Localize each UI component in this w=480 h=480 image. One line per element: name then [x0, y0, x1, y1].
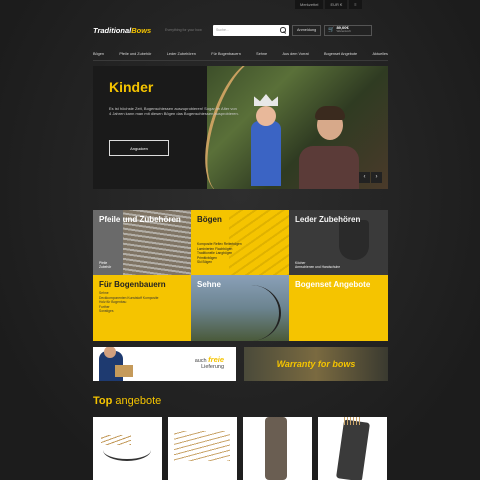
slider-arrows: ‹ › [359, 172, 382, 183]
product-card[interactable] [318, 417, 387, 480]
search-input[interactable]: Suche... [213, 24, 289, 36]
category-tile-leder[interactable]: Leder Zubehören Köcher Armschienen und H… [289, 210, 388, 275]
nav-item-bogenbauern[interactable]: Für Bogenbauern [211, 52, 241, 56]
nav-item-pfeile[interactable]: Pfeile und Zubehör [119, 52, 151, 56]
category-tile-boegen[interactable]: Bögen Komposite Reflex Reiterbögen Lamin… [191, 210, 289, 275]
nav-item-aktuelles[interactable]: Aktuelles [373, 52, 388, 56]
tile-title: Sehne [197, 280, 222, 289]
search-placeholder: Suche... [216, 28, 229, 32]
tile-title: Pfeile und Zubehören [99, 215, 181, 224]
search-icon[interactable] [280, 27, 286, 33]
product-row [93, 417, 388, 480]
menu-icon[interactable]: ≡ [349, 0, 362, 9]
main-nav: Bögen Pfeile und Zubehör Leder Zubehören… [93, 47, 388, 61]
product-card[interactable] [93, 417, 162, 480]
category-tile-bogenset[interactable]: Bogenset Angebote [289, 275, 388, 341]
category-tile-sehne[interactable]: Sehne [191, 275, 289, 341]
warranty-text: Warranty for bows [276, 359, 356, 369]
delivery-line2: Lieferung [201, 364, 224, 370]
logo-accent: Bows [131, 25, 152, 35]
wishlist-link[interactable]: Merkzettel [295, 0, 324, 9]
tile-title: Leder Zubehören [295, 215, 361, 224]
warranty-banner[interactable]: Warranty for bows [244, 347, 388, 381]
logo-main: Traditional [93, 25, 132, 35]
category-grid: Pfeile und Zubehören Pfeile Zubehör Böge… [93, 210, 388, 341]
category-tile-pfeile[interactable]: Pfeile und Zubehören Pfeile Zubehör [93, 210, 191, 275]
login-button[interactable]: Anmeldung [292, 24, 322, 36]
tagline: Everything for your bow [165, 28, 202, 32]
product-image [93, 417, 162, 480]
nav-item-boegen[interactable]: Bögen [93, 52, 104, 56]
hero-cta-button[interactable]: Angucken [109, 140, 169, 156]
logo[interactable]: TraditionalBows [93, 26, 173, 35]
next-arrow-icon[interactable]: › [371, 172, 382, 183]
product-card[interactable] [168, 417, 237, 480]
hero-text: Es ist höchste Zeit, Bogenschiessen ausz… [109, 106, 239, 116]
tile-link[interactable]: Ski Bögen [197, 260, 283, 265]
product-image [318, 417, 387, 480]
tile-link[interactable]: Zubehör [99, 265, 111, 270]
tile-link[interactable]: Sonstiges [99, 309, 185, 314]
tile-title: Für Bogenbauern [99, 280, 166, 289]
nav-item-leder[interactable]: Leder Zubehören [167, 52, 196, 56]
hero-title: Kinder [109, 79, 154, 95]
tile-title: Bogenset Angebote [295, 280, 371, 289]
delivery-banner[interactable]: auch freie Lieferung [93, 347, 236, 381]
nav-item-sehne[interactable]: Sehne [256, 52, 267, 56]
prev-arrow-icon[interactable]: ‹ [359, 172, 370, 183]
product-image [243, 417, 312, 480]
promo-banners: auch freie Lieferung Warranty for bows [93, 347, 388, 381]
top-offers-heading: Top angebote [93, 395, 388, 407]
top-word: Top [93, 395, 113, 407]
header: TraditionalBows Everything for your bow … [93, 20, 388, 40]
currency-select[interactable]: EUR € [325, 0, 348, 9]
nav-item-bogenset[interactable]: Bogenset Angebote [324, 52, 357, 56]
product-card[interactable] [243, 417, 312, 480]
hero-image [190, 66, 388, 189]
nav-item-vorrat[interactable]: Aus dem Vorrat [282, 52, 308, 56]
cart-button[interactable]: 🛒 89,00€ Warenkorb [324, 24, 373, 36]
angebote-word: angebote [115, 395, 162, 407]
tile-link[interactable]: Armschienen und Handschuhe [295, 265, 340, 270]
cart-label: Warenkorb [336, 29, 352, 34]
utility-bar: Merkzettel EUR € ≡ [295, 0, 362, 9]
delivery-bold: freie [208, 355, 224, 364]
category-tile-bogenbauern[interactable]: Für Bogenbauern Sehne Deckkomponenten Ku… [93, 275, 191, 341]
tile-title: Bögen [197, 215, 222, 224]
product-image [168, 417, 237, 480]
hero-slider: Kinder Es ist höchste Zeit, Bogenschiess… [93, 66, 388, 189]
cart-icon: 🛒 [328, 27, 335, 33]
